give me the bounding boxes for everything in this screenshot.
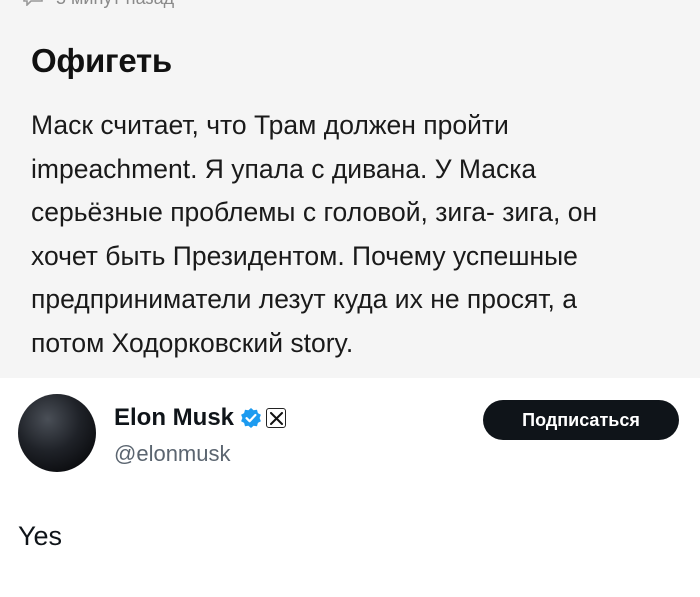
x-logo-icon [266,408,287,428]
avatar[interactable] [18,394,96,472]
post-body-line: потом Ходорковский story. [31,327,354,358]
verified-badge-icon [241,408,261,428]
post-body-line: impeachment. Я упала с дивана. У Маска [31,153,537,184]
post-body-line: Маск считает, что Трам должен пройти [31,110,509,140]
post-body-line: серьёзные проблемы с головой, зига- зига… [31,197,598,228]
author-name-row[interactable]: Elon Musk [114,404,287,432]
post-timestamp: 5 минут назад [56,0,174,9]
comment-icon [23,0,43,6]
tweet-text: Yes [18,521,63,551]
post-title: Офигеть [31,42,172,79]
post-card: 5 минут назад Офигеть Маск считает, что … [0,0,700,378]
subscribe-button[interactable]: Подписаться [483,400,679,440]
embedded-tweet: Elon Musk @elonmusk Подписаться Yes [0,378,700,597]
post-body-line: предприниматели лезут куда их не просят,… [31,284,578,315]
post-body: Маск считает, что Трам должен пройти imp… [31,104,681,366]
post-body-line: хочет быть Президентом. Почему успешные [31,240,578,271]
author-name[interactable]: Elon Musk [114,404,234,432]
author-handle[interactable]: @elonmusk [114,441,231,467]
